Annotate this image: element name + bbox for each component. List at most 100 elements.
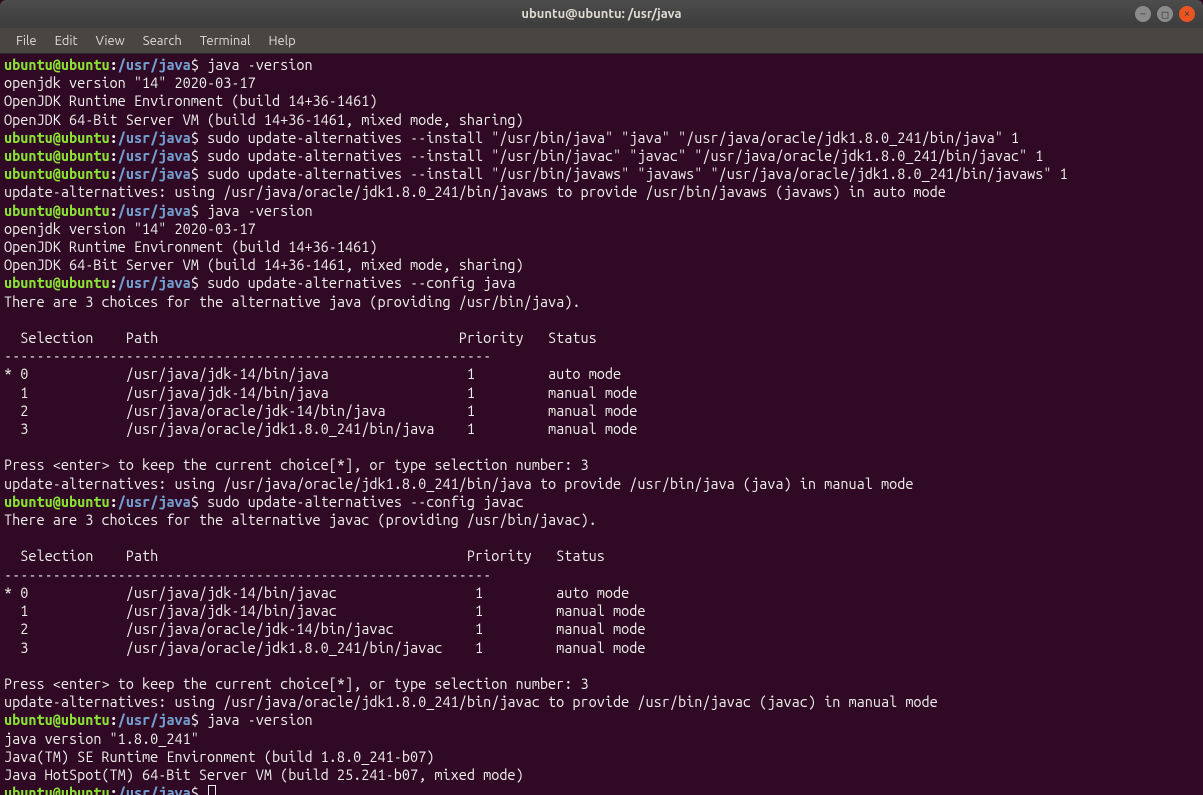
menu-view[interactable]: View [88, 31, 133, 51]
prompt-path: /usr/java [118, 56, 191, 73]
prompt-at: @ [53, 129, 61, 146]
output-line: openjdk version "14" 2020-03-17 [4, 74, 256, 91]
table-row: * 0 /usr/java/jdk-14/bin/javac 1 auto mo… [4, 584, 629, 601]
command-text: sudo update-alternatives --config javac [207, 493, 524, 510]
prompt-at: @ [53, 493, 61, 510]
prompt-at: @ [53, 56, 61, 73]
table-row: 3 /usr/java/oracle/jdk1.8.0_241/bin/java… [4, 420, 637, 437]
table-row: 1 /usr/java/jdk-14/bin/java 1 manual mod… [4, 384, 637, 401]
maximize-button[interactable]: □ [1157, 6, 1173, 22]
prompt-at: @ [53, 711, 61, 728]
output-line: OpenJDK Runtime Environment (build 14+36… [4, 238, 378, 255]
prompt-user: ubuntu [4, 129, 53, 146]
prompt-user: ubuntu [4, 274, 53, 291]
prompt-at: @ [53, 202, 61, 219]
prompt-host: ubuntu [61, 56, 110, 73]
output-line: java version "1.8.0_241" [4, 730, 199, 747]
output-line: There are 3 choices for the alternative … [4, 511, 597, 528]
output-line: Java(TM) SE Runtime Environment (build 1… [4, 748, 434, 765]
prompt-dollar: $ [191, 274, 207, 291]
command-text: sudo update-alternatives --config java [207, 274, 516, 291]
prompt-path: /usr/java [118, 147, 191, 164]
window-controls: − □ × [1135, 6, 1195, 22]
command-text: sudo update-alternatives --install "/usr… [207, 129, 1019, 146]
command-text: sudo update-alternatives --install "/usr… [207, 147, 1043, 164]
table-header: Selection Path Priority Status [4, 329, 597, 346]
prompt-dollar: $ [191, 784, 207, 795]
prompt-colon: : [110, 711, 118, 728]
table-separator: ----------------------------------------… [4, 347, 491, 364]
prompt-colon: : [110, 56, 118, 73]
prompt-colon: : [110, 784, 118, 795]
prompt-colon: : [110, 165, 118, 182]
prompt-colon: : [110, 274, 118, 291]
prompt-host: ubuntu [61, 202, 110, 219]
prompt-selection: Press <enter> to keep the current choice… [4, 456, 589, 473]
prompt-selection: Press <enter> to keep the current choice… [4, 675, 589, 692]
prompt-at: @ [53, 165, 61, 182]
prompt-dollar: $ [191, 165, 207, 182]
command-text: java -version [207, 711, 313, 728]
prompt-path: /usr/java [118, 202, 191, 219]
prompt-dollar: $ [191, 129, 207, 146]
prompt-host: ubuntu [61, 165, 110, 182]
terminal-area[interactable]: ubuntu@ubuntu:/usr/java$ java -version o… [0, 54, 1203, 795]
output-line: OpenJDK 64-Bit Server VM (build 14+36-14… [4, 256, 524, 273]
prompt-dollar: $ [191, 56, 207, 73]
prompt-path: /usr/java [118, 129, 191, 146]
prompt-at: @ [53, 147, 61, 164]
menu-file[interactable]: File [8, 31, 45, 51]
table-separator: ----------------------------------------… [4, 566, 491, 583]
menu-search[interactable]: Search [135, 31, 190, 51]
output-line: There are 3 choices for the alternative … [4, 293, 581, 310]
output-line: update-alternatives: using /usr/java/ora… [4, 183, 946, 200]
prompt-dollar: $ [191, 711, 207, 728]
table-row: * 0 /usr/java/jdk-14/bin/java 1 auto mod… [4, 365, 621, 382]
prompt-dollar: $ [191, 202, 207, 219]
menubar: File Edit View Search Terminal Help [0, 28, 1203, 54]
prompt-host: ubuntu [61, 274, 110, 291]
prompt-user: ubuntu [4, 202, 53, 219]
prompt-dollar: $ [191, 493, 207, 510]
output-line: update-alternatives: using /usr/java/ora… [4, 693, 938, 710]
prompt-host: ubuntu [61, 129, 110, 146]
command-text: sudo update-alternatives --install "/usr… [207, 165, 1068, 182]
prompt-user: ubuntu [4, 711, 53, 728]
table-row: 2 /usr/java/oracle/jdk-14/bin/java 1 man… [4, 402, 637, 419]
prompt-user: ubuntu [4, 147, 53, 164]
prompt-dollar: $ [191, 147, 207, 164]
window-title: ubuntu@ubuntu: /usr/java [521, 7, 681, 21]
minimize-button[interactable]: − [1135, 6, 1151, 22]
prompt-host: ubuntu [61, 493, 110, 510]
menu-edit[interactable]: Edit [47, 31, 86, 51]
prompt-path: /usr/java [118, 274, 191, 291]
command-text: java -version [207, 56, 313, 73]
prompt-colon: : [110, 129, 118, 146]
menu-terminal[interactable]: Terminal [192, 31, 259, 51]
prompt-path: /usr/java [118, 493, 191, 510]
table-header: Selection Path Priority Status [4, 547, 605, 564]
output-line: OpenJDK 64-Bit Server VM (build 14+36-14… [4, 111, 524, 128]
table-row: 1 /usr/java/jdk-14/bin/javac 1 manual mo… [4, 602, 645, 619]
prompt-user: ubuntu [4, 784, 53, 795]
terminal-cursor[interactable] [208, 785, 216, 795]
close-button[interactable]: × [1179, 6, 1195, 22]
prompt-path: /usr/java [118, 711, 191, 728]
prompt-user: ubuntu [4, 56, 53, 73]
output-line: OpenJDK Runtime Environment (build 14+36… [4, 92, 378, 109]
command-text: java -version [207, 202, 313, 219]
prompt-at: @ [53, 784, 61, 795]
prompt-path: /usr/java [118, 784, 191, 795]
prompt-path: /usr/java [118, 165, 191, 182]
prompt-user: ubuntu [4, 165, 53, 182]
prompt-colon: : [110, 493, 118, 510]
prompt-user: ubuntu [4, 493, 53, 510]
output-line: update-alternatives: using /usr/java/ora… [4, 475, 913, 492]
output-line: openjdk version "14" 2020-03-17 [4, 220, 256, 237]
prompt-host: ubuntu [61, 711, 110, 728]
table-row: 3 /usr/java/oracle/jdk1.8.0_241/bin/java… [4, 639, 645, 656]
titlebar: ubuntu@ubuntu: /usr/java − □ × [0, 0, 1203, 28]
menu-help[interactable]: Help [260, 31, 303, 51]
table-row: 2 /usr/java/oracle/jdk-14/bin/javac 1 ma… [4, 620, 645, 637]
prompt-at: @ [53, 274, 61, 291]
